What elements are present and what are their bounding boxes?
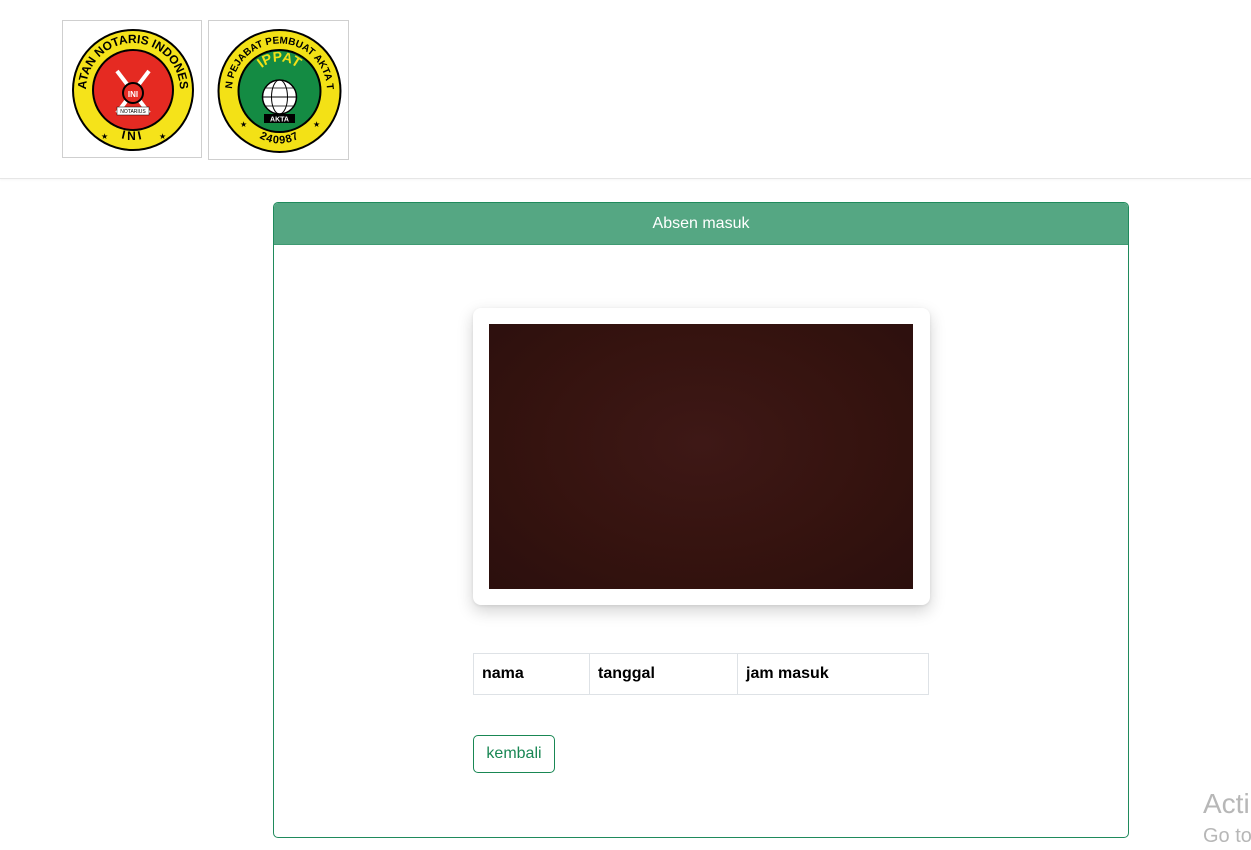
watermark-line-1: Acti (1203, 788, 1250, 819)
svg-text:★: ★ (313, 120, 320, 129)
svg-text:★: ★ (159, 132, 166, 141)
ippat-logo-icon: IKATAN PEJABAT PEMBUAT AKTA TANAH 240987… (209, 21, 342, 153)
ippat-logo: IKATAN PEJABAT PEMBUAT AKTA TANAH 240987… (208, 20, 349, 160)
watermark-line-2: Go to (1203, 825, 1251, 847)
column-header-jam-masuk: jam masuk (737, 653, 929, 695)
ini-logo-emblem-text: INI (128, 90, 138, 99)
page-header: IKATAN NOTARIS INDONESIA INI INI NOTARIU… (0, 0, 1251, 179)
back-button[interactable]: kembali (473, 735, 555, 773)
card-title: Absen masuk (274, 203, 1128, 245)
ippat-logo-ribbon-text: AKTA (270, 117, 289, 124)
svg-text:★: ★ (240, 120, 247, 129)
ini-logo-icon: IKATAN NOTARIS INDONESIA INI INI NOTARIU… (63, 21, 194, 151)
ini-logo-bottom-text: INI (120, 128, 142, 143)
ini-logo-ribbon-text: NOTARIUS (120, 109, 146, 115)
attendance-card: Absen masuk nama tanggal jam masuk kemba… (273, 202, 1129, 838)
attendance-table: nama tanggal jam masuk (473, 653, 929, 695)
svg-text:★: ★ (101, 132, 108, 141)
camera-feed (489, 324, 913, 589)
column-header-nama: nama (473, 653, 590, 695)
ini-logo: IKATAN NOTARIS INDONESIA INI INI NOTARIU… (62, 20, 202, 158)
camera-frame (473, 308, 930, 605)
table-header-row: nama tanggal jam masuk (473, 653, 929, 695)
svg-text:INI: INI (120, 128, 145, 143)
column-header-tanggal: tanggal (589, 653, 738, 695)
activation-watermark: Acti Go to (1203, 786, 1251, 850)
